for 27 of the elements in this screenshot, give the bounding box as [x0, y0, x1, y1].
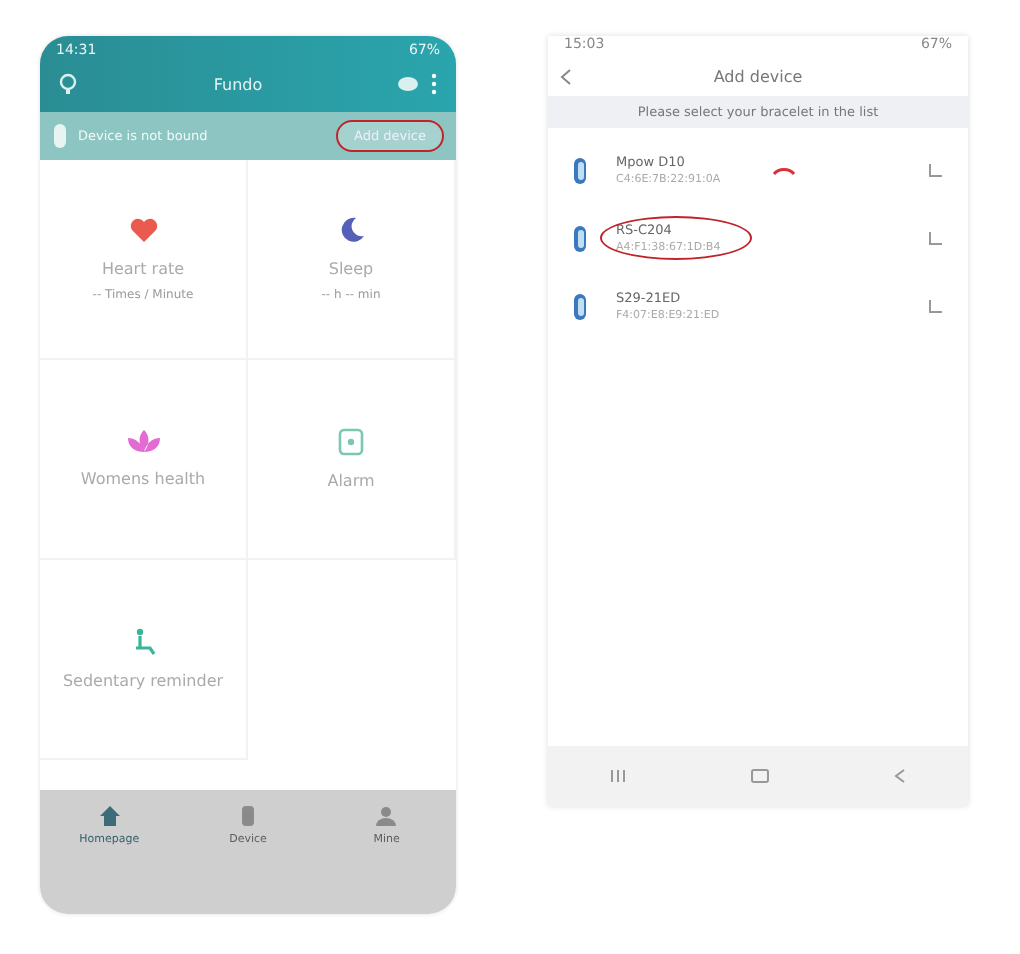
home-icon: [97, 804, 122, 828]
band-icon: [572, 225, 588, 251]
feature-tile[interactable]: Womens health: [40, 360, 248, 560]
person-icon: [374, 804, 399, 828]
moon-icon: [337, 216, 365, 244]
recents-icon[interactable]: [610, 768, 626, 784]
band-icon: [572, 157, 588, 183]
tile-label: Womens health: [80, 470, 206, 488]
alarm-icon: [338, 428, 364, 456]
band-icon: [52, 124, 68, 148]
lotus-icon: [125, 430, 161, 454]
more-icons[interactable]: [396, 72, 440, 96]
band-icon: [572, 293, 588, 319]
app-title: Fundo: [213, 75, 263, 93]
page-title: Add device: [713, 67, 803, 85]
tile-label: Heart rate: [101, 259, 185, 277]
feature-tile[interactable]: Sedentary reminder: [40, 560, 248, 760]
heart-icon: [129, 217, 157, 243]
tile-label: Sleep: [328, 260, 374, 278]
back-icon[interactable]: [894, 768, 906, 784]
tile-label: Alarm: [327, 472, 375, 490]
back-button[interactable]: [560, 67, 572, 85]
tile-label: Sedentary reminder: [62, 672, 224, 690]
bulb-icon[interactable]: [56, 72, 80, 96]
home-icon[interactable]: [750, 768, 770, 784]
feature-tile[interactable]: Alarm: [248, 360, 456, 560]
sitting-person-icon: [131, 628, 155, 656]
